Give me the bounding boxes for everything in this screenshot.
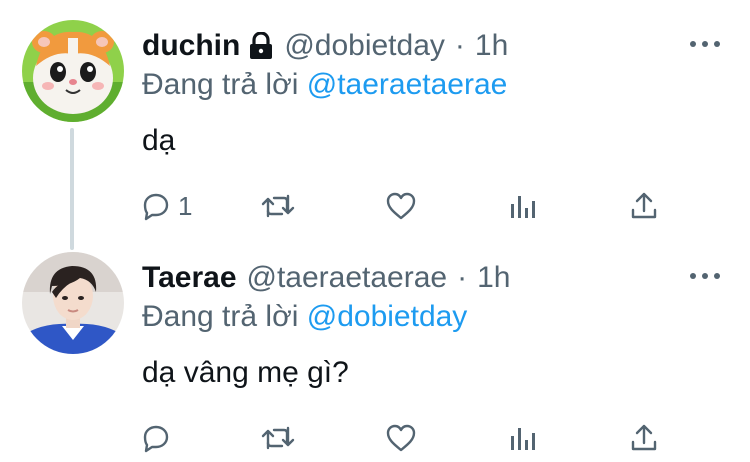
share-button[interactable]	[628, 416, 660, 460]
tweet-text: dạ	[142, 124, 176, 157]
action-bar: 1	[0, 184, 750, 228]
share-icon	[631, 192, 657, 219]
reply-button[interactable]: 1	[140, 184, 192, 228]
retweet-icon	[261, 194, 295, 218]
display-name[interactable]: Taerae	[142, 261, 237, 295]
tweet-header: duchin @dobietday · 1h	[142, 24, 508, 68]
tweet[interactable]: duchin @dobietday · 1h Đang trả lời @tae…	[0, 0, 750, 250]
replying-to-handle[interactable]: @dobietday	[307, 300, 468, 333]
timestamp[interactable]: 1h	[477, 261, 510, 295]
display-name[interactable]: duchin	[142, 29, 240, 63]
replying-to-label: Đang trả lời	[142, 68, 299, 101]
tweet-text: dạ vâng mẹ gì?	[142, 356, 349, 389]
share-button[interactable]	[628, 184, 660, 228]
replying-to-handle[interactable]: @taeraetaerae	[307, 68, 508, 101]
views-icon	[511, 196, 535, 218]
views-button[interactable]	[508, 184, 538, 228]
action-bar	[0, 416, 750, 460]
like-icon	[386, 192, 416, 220]
tweet[interactable]: Taerae @taeraetaerae · 1h Đang trả lời @…	[0, 232, 750, 462]
reply-count: 1	[178, 190, 193, 221]
replying-to: Đang trả lời @taeraetaerae	[142, 68, 507, 102]
more-icon[interactable]	[690, 36, 720, 52]
retweet-button[interactable]	[260, 416, 296, 460]
reply-button[interactable]	[140, 416, 178, 460]
handle[interactable]: @taeraetaerae	[247, 261, 448, 295]
separator: ·	[457, 261, 468, 294]
like-button[interactable]	[384, 184, 418, 228]
avatar[interactable]	[22, 20, 124, 122]
lock-icon	[248, 32, 274, 60]
retweet-button[interactable]	[260, 184, 296, 228]
handle[interactable]: @dobietday	[284, 29, 445, 63]
views-button[interactable]	[508, 416, 538, 460]
reply-icon	[143, 425, 169, 453]
replying-to-label: Đang trả lời	[142, 300, 299, 333]
reply-icon	[143, 193, 169, 221]
avatar[interactable]	[22, 252, 124, 354]
tweet-header: Taerae @taeraetaerae · 1h	[142, 256, 510, 300]
like-button[interactable]	[384, 416, 418, 460]
hamster-avatar-icon	[22, 20, 124, 122]
retweet-icon	[261, 426, 295, 450]
person-avatar-icon	[22, 252, 124, 354]
replying-to: Đang trả lời @dobietday	[142, 300, 467, 334]
separator: ·	[454, 29, 465, 62]
views-icon	[511, 428, 535, 450]
more-icon[interactable]	[690, 268, 720, 284]
timestamp[interactable]: 1h	[475, 29, 508, 63]
share-icon	[631, 424, 657, 451]
like-icon	[386, 424, 416, 452]
